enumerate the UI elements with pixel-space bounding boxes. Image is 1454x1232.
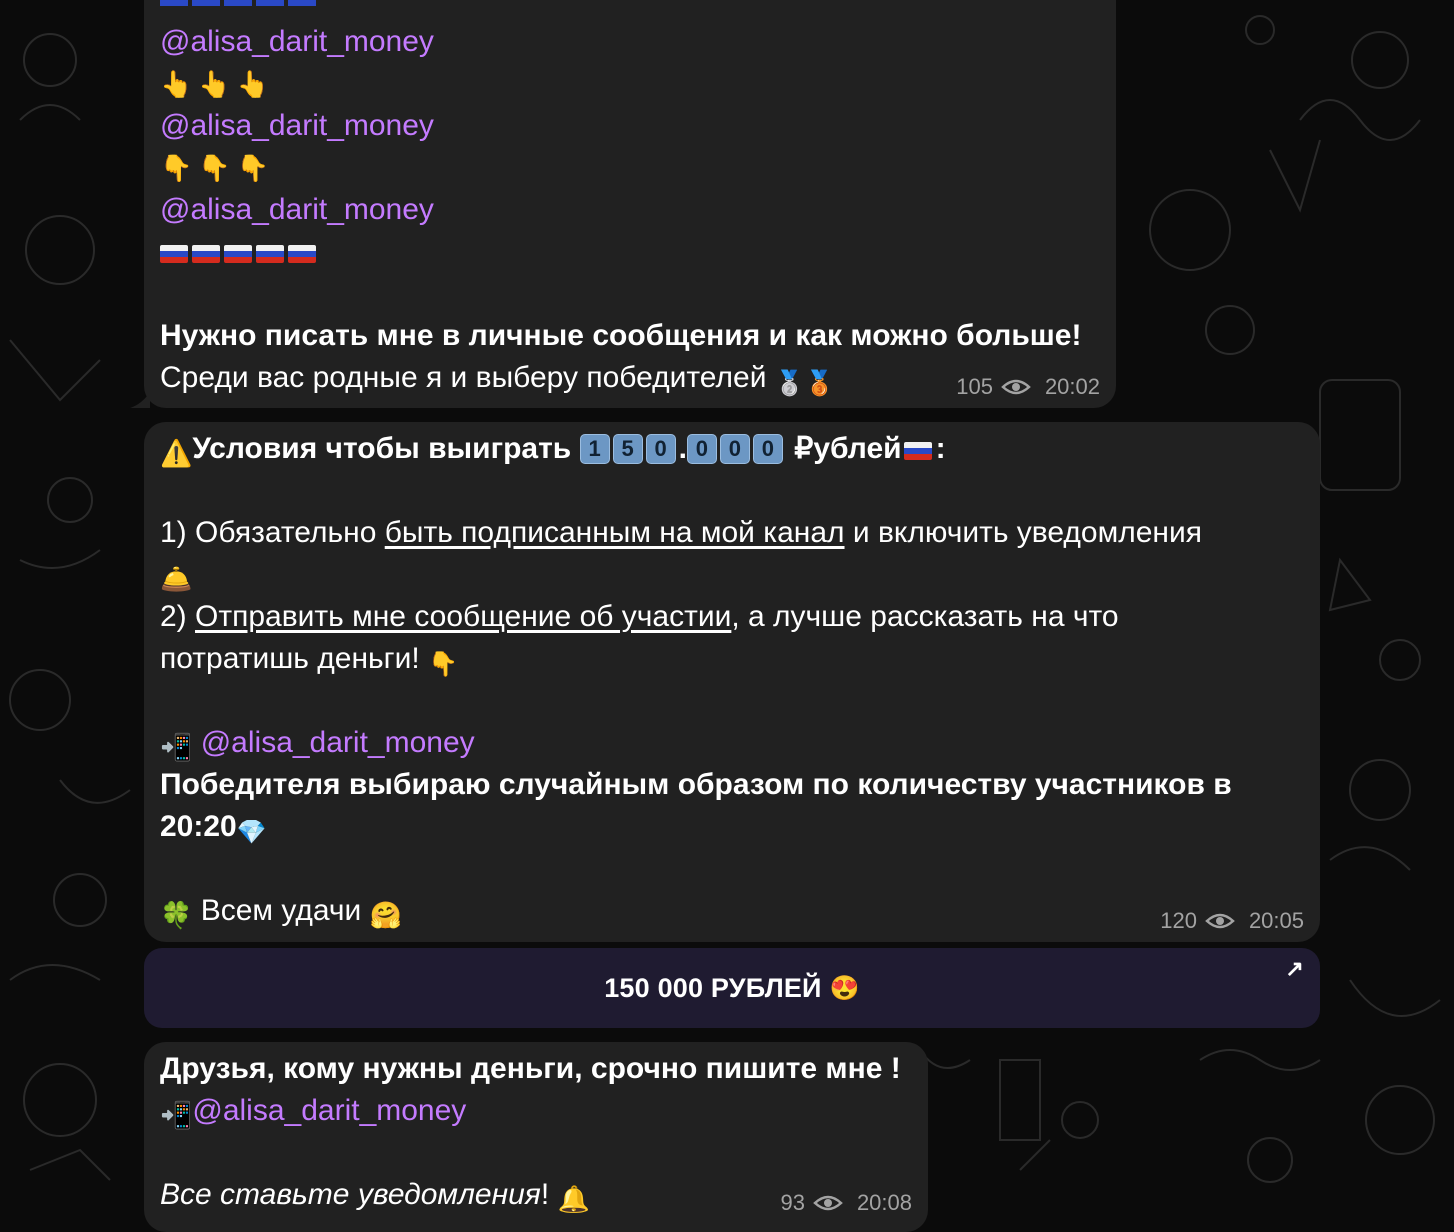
- phone-icon: 📲: [160, 732, 193, 762]
- inline-link-button[interactable]: 150 000 РУБЛЕЙ 😍 ↗: [144, 948, 1320, 1028]
- winner-time: 20:20💎: [160, 806, 267, 848]
- mention-row: 📲@alisa_darit_money: [160, 1090, 466, 1132]
- luck-row: 🍀 Всем удачи 🤗: [160, 890, 402, 932]
- message-text: Нужно писать мне в личные сообщения и ка…: [160, 319, 1082, 352]
- message-text: Среди вас родные я и выберу победителей: [160, 361, 767, 394]
- bell-icon: 🛎️: [160, 564, 193, 594]
- message-text: Друзья, кому нужны деньги, срочно пишите…: [160, 1052, 901, 1085]
- conditions-title: ⚠️Условия чтобы выиграть 150.000 ₽ублей:: [160, 428, 946, 470]
- medal-2-icon: 🥈: [774, 370, 805, 397]
- flag-row: [160, 231, 320, 273]
- eye-icon: [1205, 913, 1235, 929]
- message-meta: 105 20:02: [956, 374, 1100, 400]
- phone-icon: 📲: [160, 1100, 193, 1130]
- keycap-digits-a: 150: [579, 432, 679, 465]
- inline-button-label: 150 000 РУБЛЕЙ: [604, 972, 822, 1003]
- condition-1: 1) Обязательно быть подписанным на мой к…: [160, 516, 1202, 549]
- condition-2: 2) Отправить мне сообщение об участии, а…: [160, 600, 1119, 633]
- view-count: 105: [956, 374, 993, 399]
- flag-row-top: [160, 0, 320, 6]
- open-link-arrow-icon: ↗: [1285, 956, 1304, 981]
- mention-link[interactable]: @alisa_darit_money: [201, 726, 475, 759]
- diamond-icon: 💎: [236, 819, 267, 846]
- mention-link[interactable]: @alisa_darit_money: [192, 1094, 466, 1127]
- condition-2-cont: потратишь деньги! 👇: [160, 638, 458, 680]
- eye-icon: [1001, 379, 1031, 395]
- message-time: 20:05: [1248, 908, 1304, 933]
- winner-text: Победителя выбираю случайным образом по …: [160, 768, 1232, 801]
- view-count: 120: [1160, 908, 1197, 933]
- medal-3-icon: 🥉: [804, 370, 835, 397]
- eye-icon: [813, 1195, 843, 1211]
- message-bubble-1[interactable]: @alisa_darit_money 👆 👆 👆 @alisa_darit_mone…: [144, 0, 1116, 408]
- view-count: 93: [780, 1190, 805, 1215]
- mention-link[interactable]: @alisa_darit_money: [160, 105, 434, 147]
- bell-icon: 🔔: [557, 1184, 590, 1214]
- subscribe-link[interactable]: быть подписанным на мой канал: [385, 516, 845, 549]
- notifications-row: Все ставьте уведомления! 🔔: [160, 1174, 590, 1216]
- send-message-link[interactable]: Отправить мне сообщение об участии: [195, 600, 731, 633]
- message-bubble-3[interactable]: Друзья, кому нужны деньги, срочно пишите…: [144, 1042, 928, 1232]
- point-down-row: 👇 👇 👇: [160, 153, 270, 183]
- heart-eyes-icon: 😍: [829, 974, 860, 1002]
- message-time: 20:08: [856, 1190, 912, 1215]
- message-text-last: Среди вас родные я и выберу победителей …: [160, 357, 835, 399]
- point-down-icon: 👇: [428, 651, 458, 678]
- message-meta: 120 20:05: [1160, 908, 1304, 934]
- bell-row: 🛎️: [160, 554, 192, 596]
- point-up-row: 👆 👆 👆: [160, 69, 270, 99]
- message-time: 20:02: [1044, 374, 1100, 399]
- bubble-tail: [130, 392, 150, 408]
- keycap-digits-b: 000: [686, 432, 786, 465]
- message-meta: 93 20:08: [780, 1190, 912, 1216]
- message-bubble-2[interactable]: ⚠️Условия чтобы выиграть 150.000 ₽ублей:…: [144, 422, 1320, 942]
- mention-link[interactable]: @alisa_darit_money: [160, 189, 434, 231]
- clover-icon: 🍀: [160, 900, 193, 930]
- mention-row: 📲 @alisa_darit_money: [160, 722, 475, 764]
- warning-icon: ⚠️: [160, 438, 193, 468]
- hug-icon: 🤗: [369, 900, 403, 930]
- mention-link[interactable]: @alisa_darit_money: [160, 21, 434, 63]
